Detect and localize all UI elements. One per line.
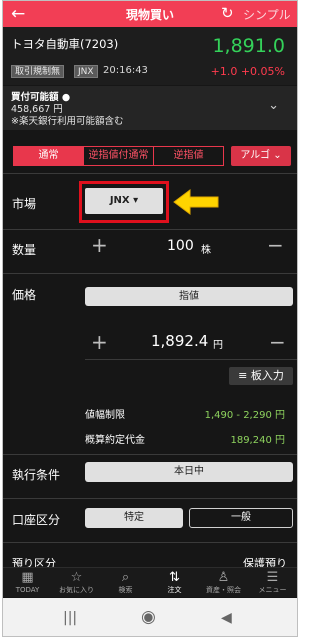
star-icon: ☆ — [70, 570, 83, 585]
price-change: +1.0 +0.05% — [211, 65, 285, 78]
divider — [3, 173, 297, 174]
price-limit-label: 値幅制限 — [85, 410, 125, 421]
divider — [85, 359, 297, 360]
divider — [3, 498, 297, 499]
divider — [3, 542, 297, 543]
price-limit-value: 1,490 - 2,290 円 — [204, 410, 285, 421]
nav-menu[interactable]: ☰ メニュー — [248, 568, 297, 597]
search-icon: ⌕ — [121, 570, 130, 585]
market-badge: JNX — [74, 65, 98, 78]
condition-label: 執行条件 — [12, 468, 61, 482]
chevron-down-icon[interactable]: ⌄ — [268, 98, 279, 113]
board-input-button[interactable]: ≡ 板入力 — [229, 367, 293, 385]
person-icon: ♙ — [217, 570, 230, 585]
order-type-tabs: 通常 逆指値付通常 逆指値 — [13, 146, 224, 166]
menu-icon: ☰ — [266, 570, 279, 585]
home-icon[interactable]: ◉ — [141, 607, 156, 627]
buying-power-panel[interactable]: 買付可能額 ● 458,667 円 ※楽天銀行利用可能額含む ⌄ — [3, 86, 297, 130]
bottom-navigation: ▦ TODAY ☆ お気に入り ⌕ 検索 ⇅ 注文 ♙ 資産・照会 ☰ メニュー — [3, 567, 297, 597]
account-label: 口座区分 — [12, 513, 61, 527]
price-unit: 円 — [213, 340, 223, 351]
quantity-label: 数量 — [12, 243, 37, 257]
divider — [3, 229, 297, 230]
system-navigation-bar: ||| ◉ ◀ — [3, 598, 297, 636]
nav-assets[interactable]: ♙ 資産・照会 — [199, 568, 248, 597]
market-label: 市場 — [12, 197, 37, 211]
account-option-ippan[interactable]: 一般 — [189, 508, 293, 528]
divider — [3, 454, 297, 455]
caret-down-icon: ▾ — [133, 195, 139, 206]
buying-power-note: ※楽天銀行利用可能額含む — [11, 116, 124, 127]
divider — [3, 273, 297, 274]
tab-stop-with-normal[interactable]: 逆指値付通常 — [84, 147, 154, 165]
price-change-value: +1.0 — [210, 65, 238, 78]
market-select[interactable]: JNX ▾ — [85, 188, 163, 214]
condition-select[interactable]: 本日中 — [85, 462, 293, 482]
price-value[interactable]: 1,892.4 — [151, 332, 208, 350]
refresh-icon[interactable]: ↻ — [221, 4, 234, 22]
plus-icon[interactable]: + — [91, 330, 108, 354]
minus-icon[interactable]: − — [267, 233, 284, 257]
algo-button[interactable]: アルゴ ⌄ — [231, 146, 291, 166]
simple-mode-button[interactable]: シンプル — [243, 6, 291, 23]
info-icon: ● — [61, 92, 71, 103]
arrow-left-icon — [173, 189, 219, 215]
app-frame: ← 現物買い ↻ シンプル トヨタ自動車(7203) 1,891.0 取引規制無… — [2, 0, 298, 637]
account-option-tokutei[interactable]: 特定 — [85, 508, 183, 528]
estimate-value: 189,240 円 — [230, 435, 285, 446]
nav-favorites[interactable]: ☆ お気に入り — [52, 568, 101, 597]
quantity-stepper: + 100 株 − — [83, 233, 293, 261]
app-header: ← 現物買い ↻ シンプル — [3, 1, 297, 27]
nav-today[interactable]: ▦ TODAY — [3, 568, 52, 597]
plus-icon[interactable]: + — [91, 233, 108, 257]
tab-stop[interactable]: 逆指値 — [154, 147, 223, 165]
price-change-pct: +0.05% — [240, 65, 285, 78]
order-icon: ⇅ — [169, 570, 180, 585]
restriction-badge: 取引規制無 — [11, 65, 65, 78]
price-type-select[interactable]: 指値 — [85, 287, 293, 306]
quantity-value[interactable]: 100 — [167, 238, 194, 254]
nav-search[interactable]: ⌕ 検索 — [101, 568, 150, 597]
recent-apps-icon[interactable]: ||| — [63, 610, 77, 626]
price-stepper: + 1,892.4 円 − — [85, 327, 293, 357]
stock-summary: トヨタ自動車(7203) 1,891.0 取引規制無 JNX 20:16:43 … — [3, 27, 297, 85]
minus-icon[interactable]: − — [269, 330, 286, 354]
quantity-unit: 株 — [201, 245, 211, 256]
calendar-icon: ▦ — [21, 570, 34, 585]
nav-order[interactable]: ⇅ 注文 — [150, 568, 199, 597]
chevron-down-icon: ⌄ — [273, 150, 282, 161]
tab-normal[interactable]: 通常 — [14, 147, 84, 165]
price-label: 価格 — [12, 288, 37, 302]
stock-name: トヨタ自動車(7203) — [11, 37, 119, 51]
stock-price: 1,891.0 — [212, 35, 285, 57]
price-timestamp: 20:16:43 — [103, 65, 148, 76]
board-icon: ≡ — [238, 369, 248, 382]
back-icon[interactable]: ◀ — [221, 610, 232, 626]
estimate-label: 概算約定代金 — [85, 435, 145, 446]
